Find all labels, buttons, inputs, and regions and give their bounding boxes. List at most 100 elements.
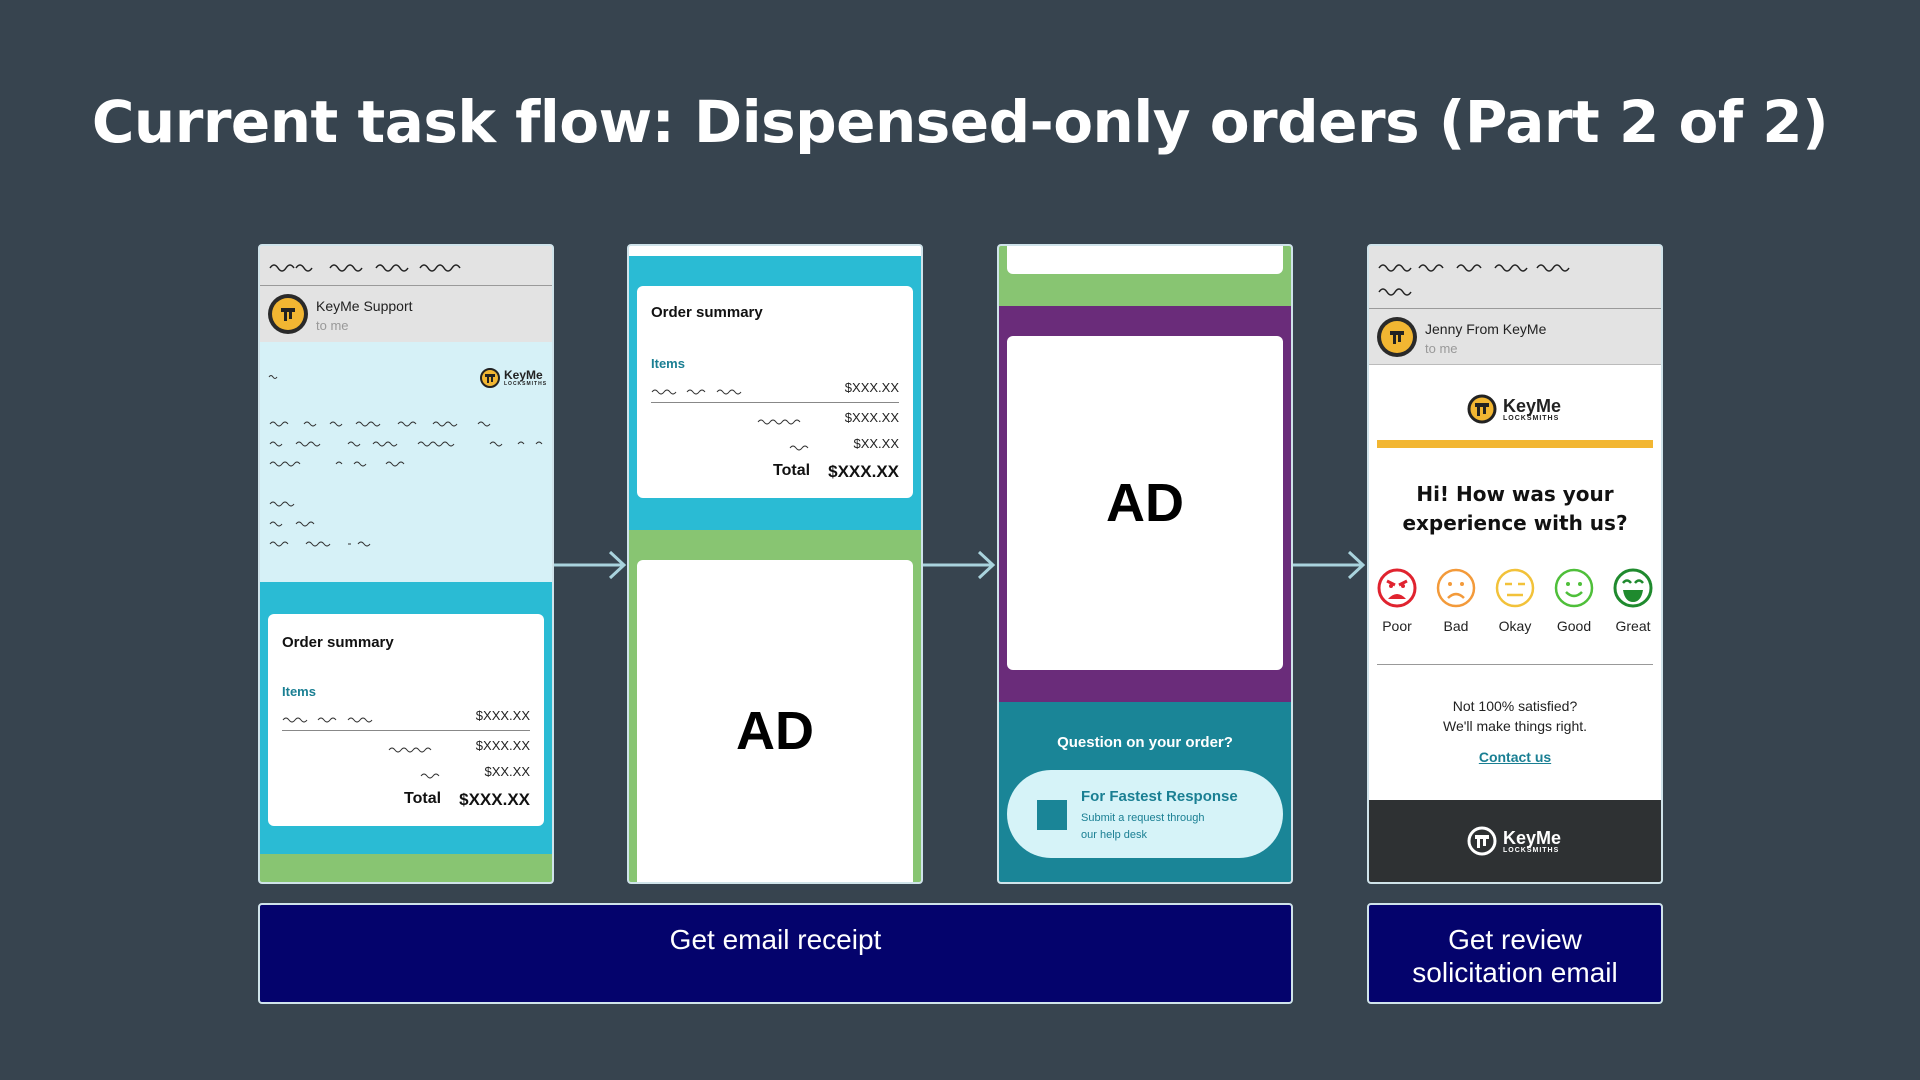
email-footer: KeyMe LOCKSMITHS xyxy=(1369,800,1661,882)
rating-great[interactable] xyxy=(1613,568,1653,613)
flow-arrow-2 xyxy=(923,550,996,580)
angry-face-icon xyxy=(1377,568,1417,608)
green-band xyxy=(260,854,552,882)
subtotal-2: $XX.XX xyxy=(484,764,530,779)
redacted-tax-label xyxy=(420,766,444,784)
order-summary-card: Order summary Items $XXX.XX $XXX.XX $XX.… xyxy=(268,614,544,826)
not-satisfied-line-1: Not 100% satisfied? xyxy=(1452,698,1578,714)
grin-face-icon xyxy=(1613,568,1653,608)
header-divider xyxy=(1369,364,1661,365)
caption-right-line-2: solicitation email xyxy=(1412,957,1618,988)
summary-divider xyxy=(651,402,899,403)
flow-arrow-1 xyxy=(554,550,627,580)
order-card-bottom xyxy=(1007,246,1283,274)
caption-right-line-1: Get review xyxy=(1448,924,1582,955)
receipt-email-screen: KeyMe Support to me KeyMe LOCKSMITHS Orde… xyxy=(258,244,554,884)
items-label: Items xyxy=(651,356,685,371)
help-desk-button[interactable]: For Fastest Response Submit a request th… xyxy=(1007,770,1283,858)
item-price: $XXX.XX xyxy=(844,380,899,395)
review-email-screen: Jenny From KeyMe to me KeyMe LOCKSMITHS H… xyxy=(1367,244,1663,884)
review-heading-2: experience with us? xyxy=(1402,511,1628,535)
top-white-strip xyxy=(629,246,921,256)
help-desk-icon xyxy=(1037,800,1067,830)
order-summary-card: Order summary Items $XXX.XX $XXX.XX $XX.… xyxy=(637,286,913,498)
redacted-paragraph xyxy=(268,418,548,470)
order-summary-title: Order summary xyxy=(651,304,763,321)
neutral-face-icon xyxy=(1495,568,1535,608)
logo-text: KeyMe xyxy=(1503,395,1562,416)
redacted-signature xyxy=(268,500,388,548)
sender-name: KeyMe Support xyxy=(316,298,413,314)
recipient-label: to me xyxy=(316,318,349,333)
rating-label-good: Good xyxy=(1556,618,1592,634)
footer-logo-subtext: LOCKSMITHS xyxy=(1503,846,1560,854)
summary-divider xyxy=(282,730,530,731)
redacted-greeting xyxy=(268,372,288,380)
email-body: KeyMe LOCKSMITHS xyxy=(260,342,552,582)
receipt-scroll-screen: Order summary Items $XXX.XX $XXX.XX $XX.… xyxy=(627,244,923,884)
footer-logo: KeyMe LOCKSMITHS xyxy=(1467,826,1561,856)
logo-subtext: LOCKSMITHS xyxy=(1503,414,1560,422)
ad-label: AD xyxy=(736,701,814,761)
order-summary-title: Order summary xyxy=(282,634,394,651)
redacted-subject xyxy=(1377,260,1647,302)
keyme-logo: KeyMe LOCKSMITHS xyxy=(480,368,547,388)
redacted-subject xyxy=(268,260,538,274)
total-label: Total xyxy=(404,790,442,807)
total-label: Total xyxy=(773,462,811,479)
rating-label-poor: Poor xyxy=(1382,618,1412,634)
rating-poor[interactable] xyxy=(1377,568,1417,613)
rating-label-great: Great xyxy=(1615,618,1651,634)
smile-face-icon xyxy=(1554,568,1594,608)
redacted-subtotal-label xyxy=(757,412,817,430)
keyme-avatar xyxy=(1377,317,1417,357)
slide-title: Current task flow: Dispensed-only orders… xyxy=(91,88,1829,156)
total-value: $XXX.XX xyxy=(828,462,899,481)
keyme-avatar xyxy=(268,294,308,334)
recipient-label: to me xyxy=(1425,341,1458,356)
redacted-subtotal-label xyxy=(388,740,448,758)
contact-us-link[interactable]: Contact us xyxy=(1369,749,1661,765)
caption-get-review-email: Get review solicitation email xyxy=(1367,903,1663,1004)
email-sender-row: KeyMe Support to me xyxy=(260,285,552,342)
ad-card: AD xyxy=(1007,336,1283,670)
review-heading-1: Hi! How was your xyxy=(1416,482,1614,506)
redacted-item-name xyxy=(282,710,392,728)
rating-divider xyxy=(1377,664,1653,665)
cta-sub-2: our help desk xyxy=(1081,829,1148,841)
ad-card: AD xyxy=(637,560,913,882)
receipt-footer-screen: AD Question on your order? For Fastest R… xyxy=(997,244,1293,884)
yellow-divider xyxy=(1377,440,1653,448)
flow-arrow-3 xyxy=(1293,550,1366,580)
rating-label-bad: Bad xyxy=(1443,618,1469,634)
cta-title: For Fastest Response xyxy=(1081,788,1238,805)
logo-text: KeyMe xyxy=(504,368,543,382)
rating-okay[interactable] xyxy=(1495,568,1535,613)
item-price: $XXX.XX xyxy=(475,708,530,723)
email-subject-bar xyxy=(260,246,552,285)
help-band: Question on your order? For Fastest Resp… xyxy=(999,702,1291,882)
keyme-logo-icon xyxy=(1467,394,1497,424)
rating-good[interactable] xyxy=(1554,568,1594,613)
caption-get-email-receipt: Get email receipt xyxy=(258,903,1293,1004)
cta-sub-1: Submit a request through xyxy=(1081,812,1205,824)
subtotal-1: $XXX.XX xyxy=(475,738,530,753)
question-text: Question on your order? xyxy=(1057,734,1233,751)
subtotal-1: $XXX.XX xyxy=(844,410,899,425)
footer-logo-text: KeyMe xyxy=(1503,827,1562,848)
logo-subtext: LOCKSMITHS xyxy=(504,381,548,387)
items-label: Items xyxy=(282,684,316,699)
redacted-tax-label xyxy=(789,438,813,456)
not-satisfied-line-2: We'll make things right. xyxy=(1442,718,1588,734)
caption-left-text: Get email receipt xyxy=(669,924,882,955)
keyme-logo-icon xyxy=(480,368,500,388)
total-value: $XXX.XX xyxy=(459,790,530,809)
rating-label-okay: Okay xyxy=(1498,618,1532,634)
rating-bad[interactable] xyxy=(1436,568,1476,613)
email-sender-row: Jenny From KeyMe to me xyxy=(1369,308,1661,364)
keyme-logo-white-icon xyxy=(1467,826,1497,856)
email-subject-bar xyxy=(1369,246,1661,308)
keyme-logo: KeyMe LOCKSMITHS xyxy=(1467,394,1561,424)
redacted-item-name xyxy=(651,382,761,400)
sad-face-icon xyxy=(1436,568,1476,608)
